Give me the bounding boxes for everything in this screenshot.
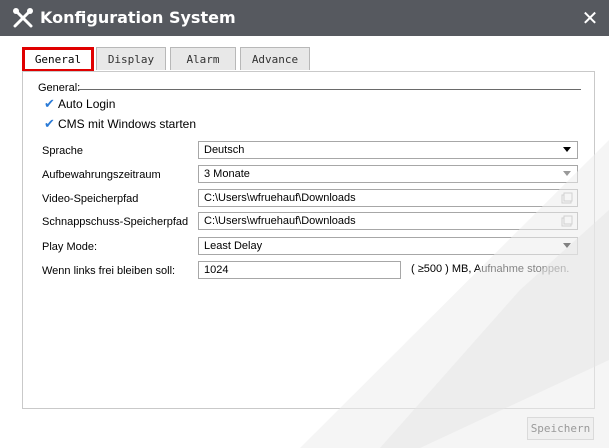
video-path-value: C:\Users\wfruehauf\Downloads xyxy=(204,192,356,204)
language-label: Sprache xyxy=(42,145,83,157)
free-space-unit: ( ≥500 ) MB, Aufnahme stoppen. xyxy=(411,263,570,275)
group-label: General: xyxy=(38,82,81,94)
cms-start-label: CMS mit Windows starten xyxy=(58,117,197,131)
checkmark-icon: ✔ xyxy=(44,116,55,131)
video-path-label: Video-Speicherpfad xyxy=(42,193,139,205)
free-space-value: 1024 xyxy=(204,264,229,276)
chevron-down-icon xyxy=(563,243,571,248)
group-divider xyxy=(78,89,581,90)
retention-label: Aufbewahrungszeitraum xyxy=(42,169,161,181)
snapshot-path-label: Schnappschuss-Speicherpfad xyxy=(42,216,189,228)
tools-icon xyxy=(13,8,33,28)
folder-icon[interactable] xyxy=(561,215,573,227)
tab-alarm[interactable]: Alarm xyxy=(170,47,236,70)
chevron-down-icon xyxy=(563,171,571,176)
language-value: Deutsch xyxy=(204,144,245,156)
free-space-label: Wenn links frei bleiben soll: xyxy=(42,265,176,277)
window-title: Konfiguration System xyxy=(40,8,236,27)
play-mode-value: Least Delay xyxy=(204,240,263,252)
title-bar: Konfiguration System ✕ xyxy=(0,0,609,36)
tab-display[interactable]: Display xyxy=(96,47,166,70)
play-mode-select[interactable]: Least Delay xyxy=(198,237,578,255)
snapshot-path-value: C:\Users\wfruehauf\Downloads xyxy=(204,215,356,227)
language-select[interactable]: Deutsch xyxy=(198,141,578,159)
folder-icon[interactable] xyxy=(561,192,573,204)
free-space-input[interactable]: 1024 xyxy=(198,261,401,279)
play-mode-label: Play Mode: xyxy=(42,241,98,253)
tab-general[interactable]: General xyxy=(22,47,94,72)
close-icon[interactable]: ✕ xyxy=(578,6,602,30)
retention-value: 3 Monate xyxy=(204,168,250,180)
chevron-down-icon xyxy=(563,147,571,152)
save-button[interactable]: Speichern xyxy=(527,417,594,440)
tab-advance[interactable]: Advance xyxy=(240,47,310,70)
cms-start-checkbox[interactable]: ✔ CMS mit Windows starten xyxy=(44,116,196,132)
snapshot-path-field[interactable]: C:\Users\wfruehauf\Downloads xyxy=(198,212,578,230)
checkmark-icon: ✔ xyxy=(44,96,55,111)
retention-select[interactable]: 3 Monate xyxy=(198,165,578,183)
video-path-field[interactable]: C:\Users\wfruehauf\Downloads xyxy=(198,189,578,207)
auto-login-label: Auto Login xyxy=(58,97,116,111)
auto-login-checkbox[interactable]: ✔ Auto Login xyxy=(44,96,115,112)
